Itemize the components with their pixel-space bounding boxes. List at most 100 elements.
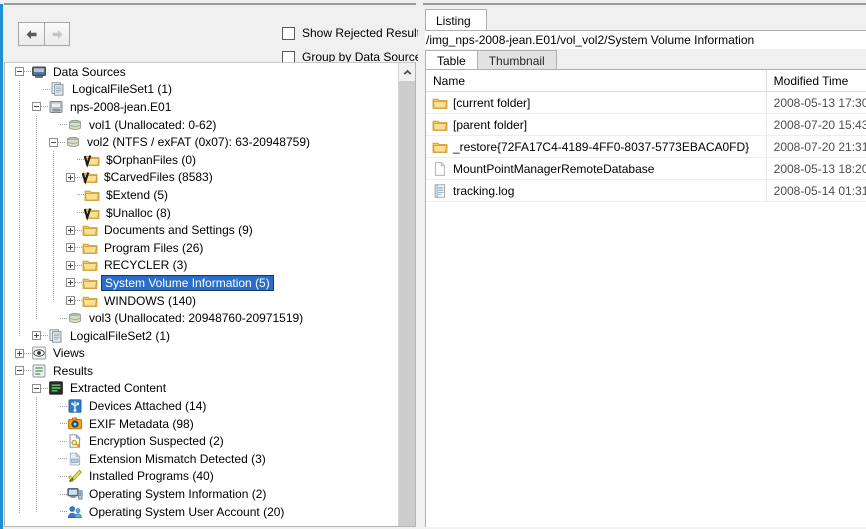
tree-node[interactable]: Views: [5, 345, 398, 363]
tree-connector: [60, 423, 67, 424]
tree-node[interactable]: vol1 (Unallocated: 0-62): [5, 116, 398, 134]
tree-node[interactable]: LogicalFileSet2 (1): [5, 327, 398, 345]
tree-connector: [60, 476, 67, 477]
tree-node[interactable]: Data Sources: [5, 63, 398, 81]
expand-node-icon[interactable]: [66, 296, 75, 305]
virtual-folder-icon: [84, 152, 100, 168]
table-row[interactable]: tracking.log2008-05-14 01:31:2: [426, 180, 866, 202]
tree-node[interactable]: Documents and Settings (9): [5, 221, 398, 239]
scroll-up-button[interactable]: [399, 63, 415, 81]
tab-table[interactable]: Table: [425, 50, 478, 70]
expand-node-icon[interactable]: [15, 349, 24, 358]
tree-node[interactable]: Installed Programs (40): [5, 468, 398, 486]
tree-node[interactable]: Operating System User Account (20): [5, 503, 398, 521]
tree-connector: [43, 89, 50, 90]
tree-node[interactable]: WINDOWS (140): [5, 292, 398, 310]
tree-node-label: LogicalFileSet1 (1): [68, 82, 172, 96]
path-text: /img_nps-2008-jean.E01/vol_vol2/System V…: [425, 33, 754, 47]
directory-tree[interactable]: Data SourcesLogicalFileSet1 (1) nps-2008-…: [5, 63, 398, 526]
tree-guide-line: [53, 151, 54, 301]
volume-icon: [67, 310, 83, 326]
encrypted-file-icon: [67, 433, 83, 449]
tree-node[interactable]: Devices Attached (14): [5, 397, 398, 415]
tree-container: Data SourcesLogicalFileSet1 (1) nps-2008-…: [4, 62, 416, 527]
folder-icon: [432, 95, 448, 111]
volume-icon: [67, 117, 83, 133]
expand-node-icon[interactable]: [66, 261, 75, 270]
usb-device-icon: [67, 398, 83, 414]
tree-node[interactable]: Extension Mismatch Detected (3): [5, 450, 398, 468]
back-button[interactable]: [18, 22, 44, 46]
tab-listing[interactable]: Listing: [425, 9, 487, 31]
file-table: Name Modified Time [current folder]2008-…: [425, 69, 866, 527]
tree-node-label: Documents and Settings (9): [100, 223, 253, 237]
tree-node[interactable]: Encryption Suspected (2): [5, 432, 398, 450]
results-icon: [31, 363, 47, 379]
table-body: [current folder]2008-05-13 17:30:0[paren…: [426, 92, 866, 202]
collapse-node-icon[interactable]: [15, 366, 24, 375]
tree-node[interactable]: $OrphanFiles (0): [5, 151, 398, 169]
filesets-icon: [48, 328, 64, 344]
tree-connector: [60, 441, 67, 442]
expand-node-icon[interactable]: [32, 331, 41, 340]
tree-node[interactable]: RECYCLER (3): [5, 257, 398, 275]
tree-node[interactable]: Extracted Content: [5, 380, 398, 398]
tree-node-label: LogicalFileSet2 (1): [66, 329, 170, 343]
tree-connector: [41, 388, 48, 389]
listing-top-divider: [423, 3, 866, 5]
column-header-modified-time[interactable]: Modified Time: [767, 70, 866, 91]
expand-node-icon[interactable]: [66, 278, 75, 287]
expand-node-icon[interactable]: [66, 173, 75, 182]
tree-connector: [60, 124, 67, 125]
cell-modified-time: 2008-05-13 18:20:1: [767, 158, 866, 179]
tree-connector: [75, 230, 82, 231]
tree-node[interactable]: Operating System Information (2): [5, 485, 398, 503]
tree-node[interactable]: vol3 (Unallocated: 20948760-20971519): [5, 309, 398, 327]
tree-node-label: vol2 (NTFS / exFAT (0x07): 63-20948759): [83, 135, 310, 149]
tree-node[interactable]: System Volume Information (5): [5, 274, 398, 292]
collapse-node-icon[interactable]: [15, 67, 24, 76]
tree-node[interactable]: $Unalloc (8): [5, 204, 398, 222]
expand-node-icon[interactable]: [66, 226, 75, 235]
computer-icon: [31, 64, 47, 80]
collapse-node-icon[interactable]: [32, 384, 41, 393]
table-row[interactable]: [parent folder]2008-07-20 15:43:2: [426, 114, 866, 136]
tab-thumbnail-label: Thumbnail: [489, 54, 545, 68]
collapse-node-icon[interactable]: [49, 138, 58, 147]
extracted-content-icon: [48, 380, 64, 396]
tree-node[interactable]: $CarvedFiles (8583): [5, 169, 398, 187]
file-name-text: [current folder]: [453, 96, 530, 110]
folder-icon: [82, 275, 98, 291]
table-row[interactable]: _restore{72FA17C4-4189-4FF0-8037-5773EBA…: [426, 136, 866, 158]
table-row[interactable]: [current folder]2008-05-13 17:30:0: [426, 92, 866, 114]
expand-node-icon[interactable]: [66, 243, 75, 252]
tree-node[interactable]: Results: [5, 362, 398, 380]
show-rejected-results-row[interactable]: Show Rejected Results: [282, 26, 426, 40]
column-header-name[interactable]: Name: [426, 70, 767, 91]
show-rejected-results-label: Show Rejected Results: [302, 26, 426, 40]
cell-name: _restore{72FA17C4-4189-4FF0-8037-5773EBA…: [426, 136, 767, 157]
tree-node[interactable]: Program Files (26): [5, 239, 398, 257]
tree-scrollbar[interactable]: [398, 63, 415, 526]
tree-node[interactable]: vol2 (NTFS / exFAT (0x07): 63-20948759): [5, 133, 398, 151]
tree-node-label: vol3 (Unallocated: 20948760-20971519): [85, 311, 303, 325]
autopsy-window: Show Rejected Results Group by Data Sour…: [0, 0, 866, 529]
table-row[interactable]: MountPointManagerRemoteDatabase2008-05-1…: [426, 158, 866, 180]
tab-thumbnail[interactable]: Thumbnail: [478, 50, 557, 70]
tree-node[interactable]: $Extend (5): [5, 186, 398, 204]
tree-connector: [41, 335, 48, 336]
collapse-node-icon[interactable]: [32, 102, 41, 111]
tree-node-label: Operating System User Account (20): [85, 505, 284, 519]
forward-button[interactable]: [44, 22, 70, 46]
tree-node[interactable]: LogicalFileSet1 (1): [5, 81, 398, 99]
file-icon: [432, 161, 448, 177]
cell-modified-time: 2008-05-14 01:31:2: [767, 180, 866, 201]
cell-modified-time: 2008-07-20 15:43:2: [767, 114, 866, 135]
tree-node[interactable]: nps-2008-jean.E01: [5, 98, 398, 116]
tree-node[interactable]: EXIF Metadata (98): [5, 415, 398, 433]
scroll-thumb[interactable]: [399, 81, 415, 526]
tree-connector: [75, 300, 82, 301]
show-rejected-results-checkbox[interactable]: [282, 27, 295, 40]
folder-icon: [432, 139, 448, 155]
listing-panel: Listing /img_nps-2008-jean.E01/vol_vol2/…: [423, 0, 866, 529]
